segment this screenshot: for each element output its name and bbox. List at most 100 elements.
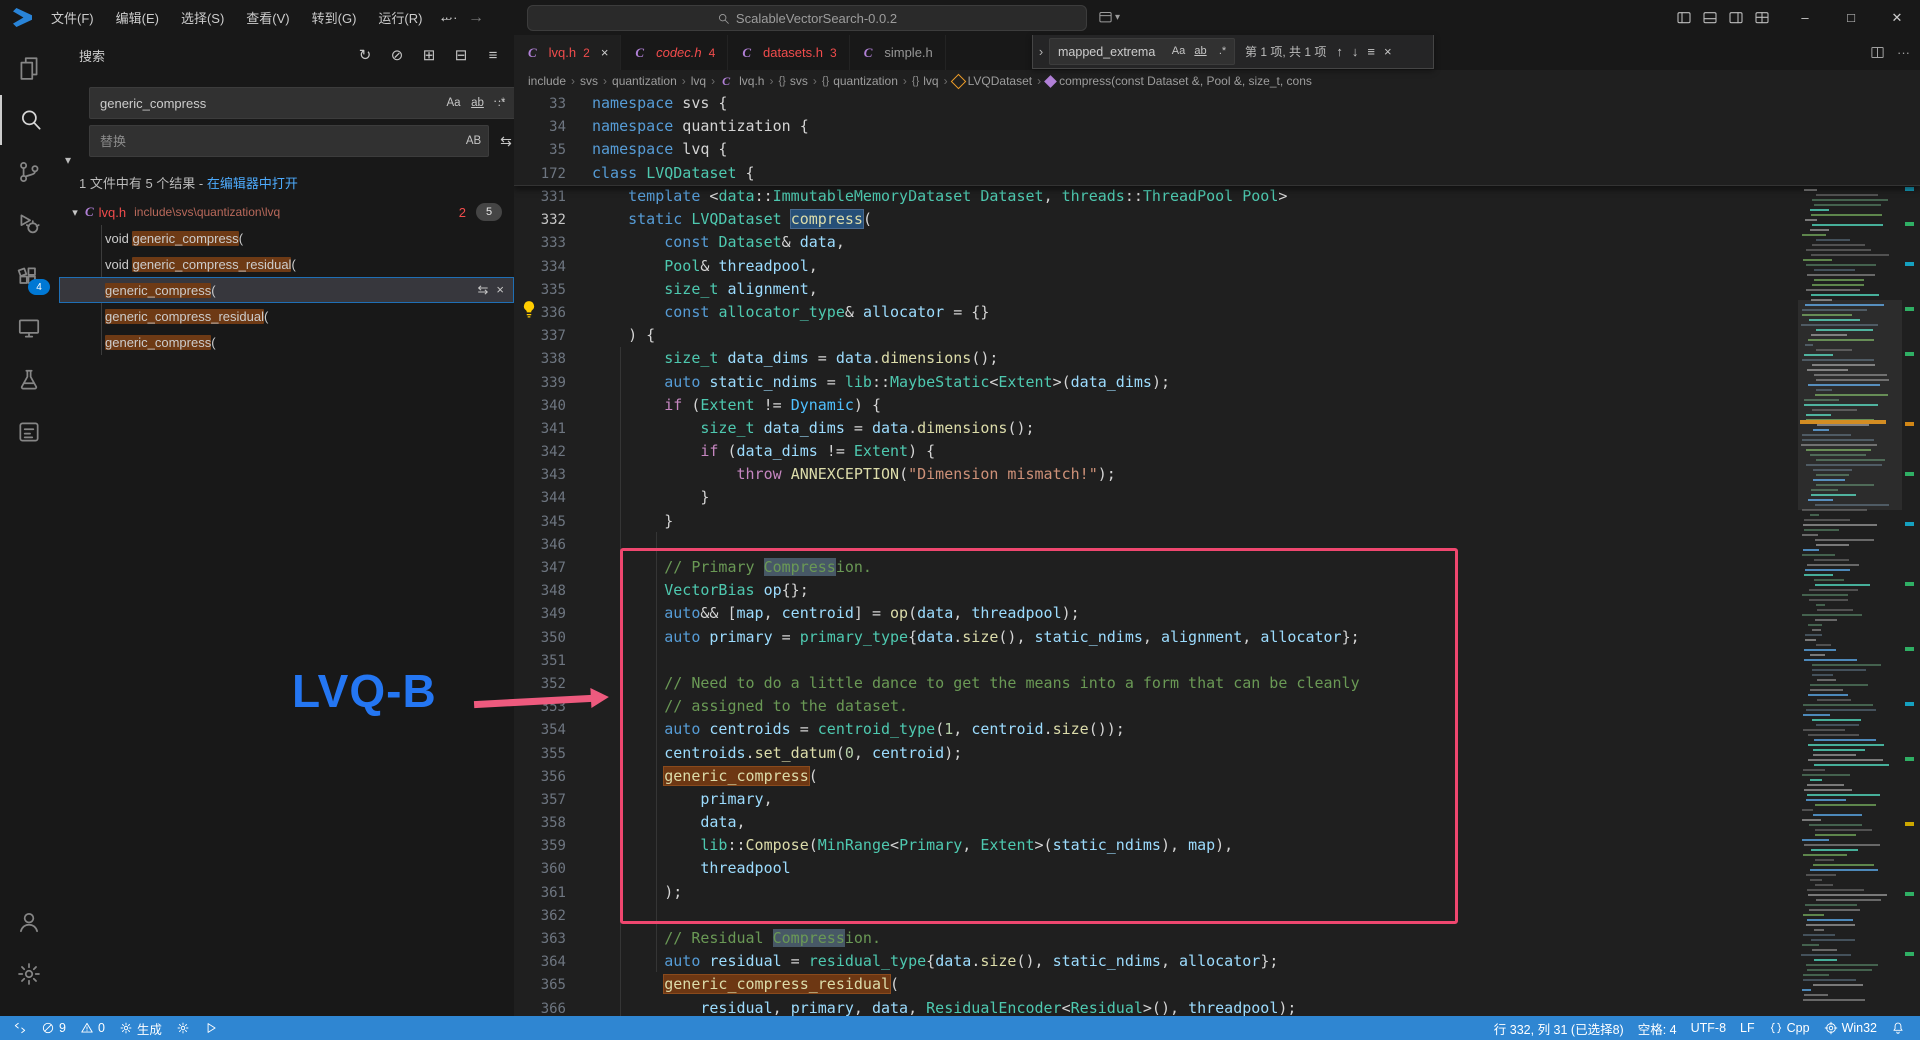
replace-input[interactable] — [98, 126, 432, 156]
find-in-selection-icon[interactable]: ≡ — [1367, 44, 1375, 59]
toggle-replace-chevron-icon[interactable]: ▾ — [65, 153, 81, 169]
source-control-icon — [16, 159, 42, 185]
close-button[interactable]: ✕ — [1874, 0, 1920, 35]
tab-codec.h[interactable]: Ccodec.h4 — [621, 35, 728, 70]
replace-match-icon[interactable]: ⇆ — [478, 282, 489, 298]
command-center-search[interactable]: ScalableVectorSearch-0.0.2 — [527, 5, 1087, 31]
breadcrumb-item[interactable]: include — [528, 74, 566, 88]
toggle-search-details-button[interactable]: ··· — [493, 93, 506, 108]
target-icon — [1824, 1021, 1838, 1035]
breadcrumb-item[interactable]: lvq — [691, 74, 706, 88]
chevron-down-icon[interactable]: ▾ — [67, 206, 83, 219]
tab-datasets.h[interactable]: Cdatasets.h3 — [728, 35, 849, 70]
activity-remote-icon[interactable] — [0, 303, 58, 353]
activity-debug-icon[interactable] — [0, 199, 58, 249]
prev-match-icon[interactable]: ↑ — [1336, 44, 1343, 59]
back-button[interactable]: ← — [438, 9, 454, 27]
search-match-row[interactable]: generic_compress_residual( — [59, 303, 514, 329]
menu-item-2[interactable]: 编辑(E) — [107, 4, 168, 31]
search-match-row[interactable]: void generic_compress( — [59, 225, 514, 251]
menu-item-6[interactable]: 运行(R) — [369, 4, 431, 31]
line-number: 348 — [514, 580, 566, 603]
breadcrumb-item[interactable]: LVQDataset — [953, 74, 1032, 88]
next-match-icon[interactable]: ↓ — [1352, 44, 1359, 59]
minimap-slider[interactable] — [1798, 300, 1902, 510]
status-item-left-6[interactable] — [197, 1016, 225, 1040]
clear-results-icon[interactable]: ⊘ — [386, 44, 408, 66]
breadcrumb-item[interactable]: {}lvq — [912, 74, 939, 88]
status-item-right-2[interactable]: 空格: 4 — [1631, 1016, 1684, 1040]
status-item-right-6[interactable]: Win32 — [1817, 1016, 1884, 1040]
refresh-icon[interactable]: ↻ — [354, 44, 376, 66]
status-item-left-4[interactable]: 生成 — [112, 1016, 169, 1040]
breadcrumb-item[interactable]: Clvq.h — [720, 74, 764, 89]
toggle-panel-right-icon[interactable] — [1728, 10, 1744, 26]
copilot-button[interactable]: ▾ — [1098, 6, 1120, 28]
status-item-right-3[interactable]: UTF-8 — [1684, 1016, 1733, 1040]
status-item-left-2[interactable]: 9 — [34, 1016, 73, 1040]
menu-item-4[interactable]: 查看(V) — [237, 4, 298, 31]
status-item-right-5[interactable]: Cpp — [1762, 1016, 1817, 1040]
maximize-button[interactable]: □ — [1828, 0, 1874, 35]
forward-button[interactable]: → — [468, 9, 484, 27]
breadcrumb-item[interactable]: svs — [580, 74, 598, 88]
activity-extensions-icon[interactable]: 4 — [0, 251, 58, 301]
whole-word-toggle[interactable]: ab — [467, 92, 488, 113]
search-match-row[interactable]: generic_compress(⇆× — [59, 277, 514, 303]
menu-item-1[interactable]: 文件(F) — [42, 4, 103, 31]
file-path: include\svs\quantization\lvq — [134, 205, 280, 219]
close-tab-icon[interactable]: × — [601, 45, 609, 60]
open-in-editor-link[interactable]: 在编辑器中打开 — [207, 176, 298, 191]
customize-layout-icon[interactable] — [1754, 10, 1770, 26]
activity-settings-icon[interactable] — [0, 949, 58, 999]
split-editor-icon[interactable] — [1870, 45, 1885, 60]
status-item-left-3[interactable]: 0 — [73, 1016, 112, 1040]
code-line: 35namespace lvq { — [514, 138, 1920, 161]
expand-results-icon[interactable]: ≡ — [482, 44, 504, 66]
breadcrumb-label: svs — [790, 74, 808, 88]
status-item-left-5[interactable] — [169, 1016, 197, 1040]
close-icon[interactable]: × — [1384, 44, 1392, 59]
toggle-panel-left-icon[interactable] — [1676, 10, 1692, 26]
minimize-button[interactable]: – — [1782, 0, 1828, 35]
toggle-replace-icon[interactable]: › — [1033, 35, 1049, 68]
dismiss-match-icon[interactable]: × — [496, 282, 504, 298]
breadcrumb-item[interactable]: compress(const Dataset &, Pool &, size_t… — [1046, 74, 1312, 88]
match-case-toggle[interactable]: Aa — [1169, 41, 1188, 60]
status-text: 行 332, 列 31 (已选择8) — [1494, 1019, 1624, 1038]
status-item-right-4[interactable]: LF — [1733, 1016, 1762, 1040]
breadcrumb-item[interactable]: {}svs — [778, 74, 807, 88]
status-item-right-7[interactable] — [1884, 1016, 1912, 1040]
regex-toggle[interactable]: .* — [1213, 41, 1232, 60]
code-action-lightbulb-icon[interactable] — [520, 300, 538, 318]
breadcrumb-item[interactable]: quantization — [612, 74, 677, 88]
collapse-all-icon[interactable]: ⊟ — [450, 44, 472, 66]
preserve-case-toggle[interactable]: AB — [463, 130, 484, 151]
activity-account-icon[interactable] — [0, 897, 58, 947]
search-match-row[interactable]: generic_compress( — [59, 329, 514, 355]
tab-lvq.h[interactable]: Clvq.h2× — [514, 35, 621, 70]
toggle-panel-bottom-icon[interactable] — [1702, 10, 1718, 26]
minimap-content — [1798, 92, 1902, 1016]
match-case-toggle[interactable]: Aa — [443, 92, 464, 113]
activity-tools-icon[interactable] — [0, 407, 58, 457]
activity-search-icon[interactable] — [0, 95, 60, 145]
whole-word-toggle[interactable]: ab — [1191, 41, 1210, 60]
new-search-editor-icon[interactable]: ⊞ — [418, 44, 440, 66]
file-result-row[interactable]: ▾Clvq.hinclude\svs\quantization\lvq25 — [59, 199, 514, 225]
code-line: 344 } — [514, 486, 1920, 509]
activity-beaker-icon[interactable] — [0, 355, 58, 405]
activity-explorer-icon[interactable] — [0, 43, 58, 93]
activity-source-control-icon[interactable] — [0, 147, 58, 197]
menu-item-5[interactable]: 转到(G) — [303, 4, 366, 31]
search-input[interactable] — [98, 88, 432, 118]
breadcrumb-item[interactable]: {}quantization — [822, 74, 898, 88]
menu-item-3[interactable]: 选择(S) — [172, 4, 233, 31]
status-item-right-1[interactable]: 行 332, 列 31 (已选择8) — [1487, 1016, 1631, 1040]
editor-more-actions-icon[interactable]: ··· — [1897, 45, 1910, 60]
search-match-row[interactable]: void generic_compress_residual( — [59, 251, 514, 277]
find-input[interactable] — [1056, 39, 1160, 64]
minimap[interactable] — [1798, 92, 1902, 1016]
tab-simple.h[interactable]: Csimple.h — [850, 35, 946, 70]
status-item-left-1[interactable] — [6, 1016, 34, 1040]
